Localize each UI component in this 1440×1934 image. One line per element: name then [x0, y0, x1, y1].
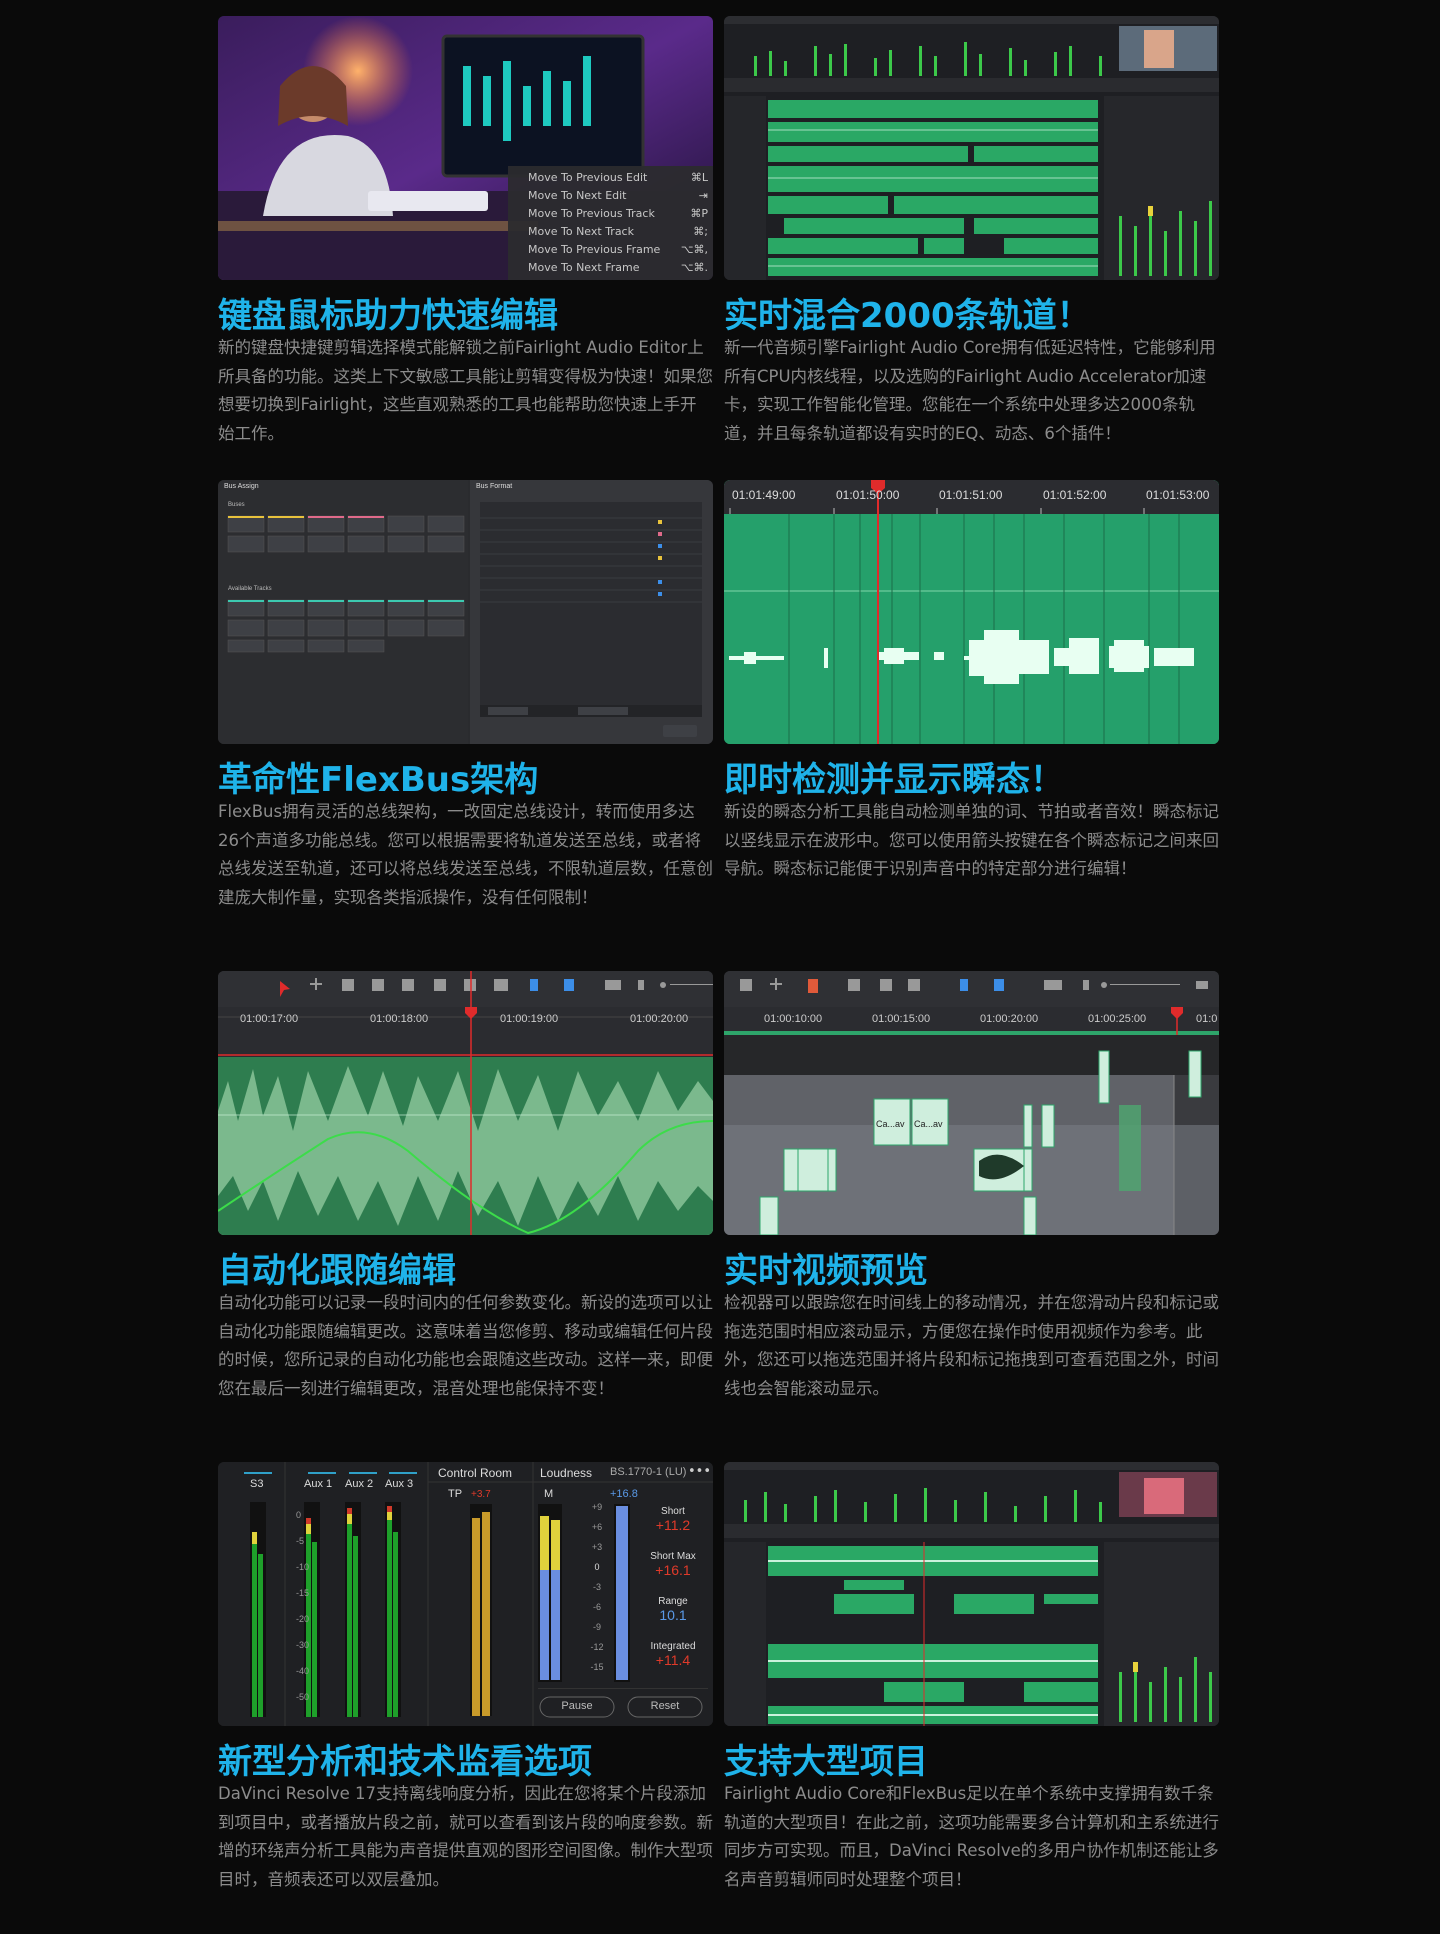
feature-body: 新一代音频引擎Fairlight Audio Core拥有低延迟特性，它能够利用… — [724, 338, 1216, 443]
timecode-label: 01:01:51:00 — [939, 488, 1003, 502]
stat-label: Short — [661, 1506, 685, 1517]
loudness-stats: Short +11.2 Short Max +16.1 Range 10.1 I… — [638, 1506, 708, 1668]
stat-label: Short Max — [650, 1551, 696, 1562]
stat-value: 10.1 — [659, 1607, 687, 1623]
timecode-label: 01:00:18:00 — [370, 1013, 429, 1025]
automation-screenshot: 01:00:17:00 01:00:18:00 01:00:19:00 01:0… — [218, 971, 713, 1235]
timecode-label: 01:01:49:00 — [732, 488, 796, 502]
menu-item[interactable]: Move To Previous Frame ⌥⌘, — [528, 243, 708, 261]
loudness-standard: BS.1770-1 (LU) — [610, 1466, 687, 1478]
m-value: +16.8 — [610, 1488, 638, 1500]
feature-body: Fairlight Audio Core和FlexBus足以在单个系统中支撑拥有… — [724, 1784, 1219, 1889]
keyboard-editing-screenshot: Move To Previous Edit ⌘L Move To Next Edi… — [218, 16, 713, 280]
mixer-timeline-screenshot — [724, 16, 1219, 280]
feature-body: FlexBus拥有灵活的总线架构，一改固定总线设计，转而使用多达26个声道多功能… — [218, 802, 713, 907]
stat-label: Range — [658, 1596, 688, 1607]
menu-item[interactable]: Move To Next Track ⌘; — [528, 225, 708, 243]
feature-title: 键盘鼠标助力快速编辑 — [218, 296, 558, 336]
stat-value: +11.2 — [655, 1517, 691, 1533]
menu-item[interactable]: Move To Previous Track ⌘P — [528, 207, 708, 225]
menu-item[interactable]: Move To Next Frame ⌥⌘. — [528, 261, 708, 279]
feature-body: 自动化功能可以记录一段时间内的任何参数变化。新设的选项可以让自动化功能跟随编辑更… — [218, 1293, 713, 1398]
feature-title: 革命性FlexBus架构 — [218, 760, 539, 800]
timecode-label: 01:00:25:00 — [1088, 1013, 1147, 1025]
clip-label: Ca...av — [914, 1119, 943, 1129]
timecode-label: 01:01:53:00 — [1146, 488, 1210, 502]
stat-value: +16.1 — [655, 1562, 691, 1578]
timecode-label: 01:00:15:00 — [872, 1013, 931, 1025]
lu-scale: +9 +6 +3 0 -3 -6 -9 -12 -15 — [590, 1502, 604, 1672]
pause-button[interactable]: Pause — [540, 1700, 614, 1712]
loudness-label: Loudness — [540, 1466, 593, 1480]
m-label: M — [544, 1488, 554, 1500]
shortcut-menu: Move To Previous Edit ⌘L Move To Next Edi… — [528, 171, 708, 279]
stat-value: +11.4 — [655, 1652, 691, 1668]
timecode-label: 01:00:20:00 — [630, 1013, 689, 1025]
loudness-meters-screenshot: S3 Aux 1 Aux 2 Aux 3 0 -5 -10 -15 -20 -3… — [218, 1462, 713, 1726]
feature-body: 检视器可以跟踪您在时间线上的移动情况，并在您滑动片段和标记或拖选范围时相应滚动显… — [724, 1293, 1219, 1398]
timecode-label: 01:01:50:00 — [836, 488, 900, 502]
reset-button[interactable]: Reset — [628, 1700, 702, 1712]
feature-title: 实时视频预览 — [724, 1251, 928, 1291]
feature-title: 实时混合2000条轨道！ — [724, 296, 1091, 336]
timecode-label: 01:00:20:00 — [980, 1013, 1039, 1025]
bus-label: Aux 1 — [304, 1478, 333, 1490]
feature-title: 即时检测并显示瞬态！ — [724, 760, 1064, 800]
clip-label: Ca...av — [876, 1119, 905, 1129]
timecode-label: 01:00:17:00 — [240, 1013, 299, 1025]
flexbus-screenshot: Bus Assign Bus Format Buses Available Tr… — [218, 480, 713, 744]
buses-label: Buses — [228, 502, 245, 508]
feature-body: DaVinci Resolve 17支持离线响度分析，因此在您将某个片段添加到项… — [218, 1784, 713, 1889]
transient-screenshot: 01:01:49:00 01:01:50:00 01:01:51:00 01:0… — [724, 480, 1219, 744]
menu-item[interactable]: Move To Next Edit ⇥ — [528, 189, 708, 207]
video-preview-screenshot: 01:00:10:00 01:00:15:00 01:00:20:00 01:0… — [724, 971, 1219, 1235]
timecode-label: 01:00:19:00 — [500, 1013, 559, 1025]
timecode-label: 01:00:10:00 — [764, 1013, 823, 1025]
control-room-label: Control Room — [438, 1466, 513, 1480]
bus-assign-label: Bus Assign — [224, 483, 259, 490]
tp-label: TP — [448, 1488, 463, 1500]
bus-label: Aux 3 — [385, 1478, 414, 1490]
meter-scale: 0 -5 -10 -15 -20 -30 -40 -50 — [296, 1510, 310, 1702]
timecode-label: 01:0 — [1196, 1013, 1218, 1025]
stat-label: Integrated — [650, 1641, 696, 1652]
bus-label: Aux 2 — [345, 1478, 374, 1490]
bus-label: S3 — [250, 1478, 264, 1490]
tp-value: +3.7 — [471, 1489, 491, 1500]
feature-title: 支持大型项目 — [724, 1742, 928, 1782]
timecode-label: 01:01:52:00 — [1043, 488, 1107, 502]
feature-body: 新的键盘快捷键剪辑选择模式能解锁之前Fairlight Audio Editor… — [218, 338, 713, 443]
menu-item[interactable]: Move To Previous Edit ⌘L — [528, 171, 708, 189]
available-tracks-label: Available Tracks — [228, 586, 272, 592]
feature-title: 自动化跟随编辑 — [218, 1251, 456, 1291]
large-project-screenshot — [724, 1462, 1219, 1726]
feature-title: 新型分析和技术监看选项 — [218, 1742, 592, 1782]
more-options-icon[interactable]: ••• — [688, 1464, 711, 1479]
feature-body: 新设的瞬态分析工具能自动检测单独的词、节拍或者音效！瞬态标记以竖线显示在波形中。… — [724, 802, 1219, 878]
bus-format-label: Bus Format — [476, 483, 513, 490]
